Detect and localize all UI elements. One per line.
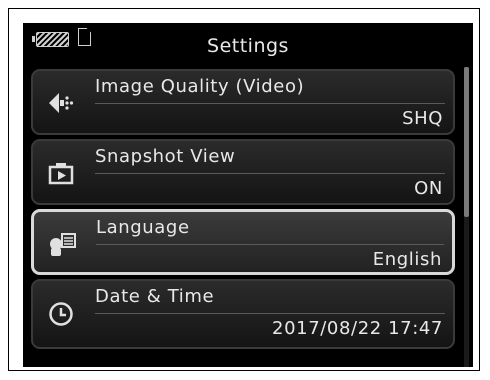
- settings-item-language[interactable]: Language English: [31, 209, 455, 275]
- settings-item-value: English: [372, 249, 442, 270]
- clock-icon: [49, 302, 73, 326]
- divider: [96, 244, 444, 245]
- settings-item-value: 2017/08/22 17:47: [272, 318, 443, 339]
- language-icon: [50, 233, 76, 256]
- settings-item-label: Language: [96, 217, 190, 238]
- settings-item-value: SHQ: [402, 108, 443, 129]
- settings-item-label: Snapshot View: [95, 146, 236, 167]
- settings-item-label: Image Quality (Video): [95, 76, 305, 97]
- settings-item-label: Date & Time: [95, 286, 215, 307]
- scrollbar[interactable]: [464, 67, 469, 367]
- settings-item-date-time[interactable]: Date & Time 2017/08/22 17:47: [31, 279, 455, 349]
- snapshot-view-icon: [48, 163, 74, 185]
- settings-item-snapshot-view[interactable]: Snapshot View ON: [31, 139, 455, 205]
- scrollbar-thumb[interactable]: [464, 67, 469, 217]
- divider: [95, 173, 445, 174]
- settings-item-value: ON: [414, 178, 443, 199]
- divider: [95, 313, 445, 314]
- status-bar: Settings: [23, 23, 473, 67]
- page-title: Settings: [207, 35, 289, 57]
- image-quality-icon: [49, 93, 74, 113]
- divider: [95, 103, 445, 104]
- settings-item-image-quality[interactable]: Image Quality (Video) SHQ: [31, 69, 455, 135]
- camera-screen: Settings Image Quality (Video) SHQ Snaps…: [23, 23, 473, 367]
